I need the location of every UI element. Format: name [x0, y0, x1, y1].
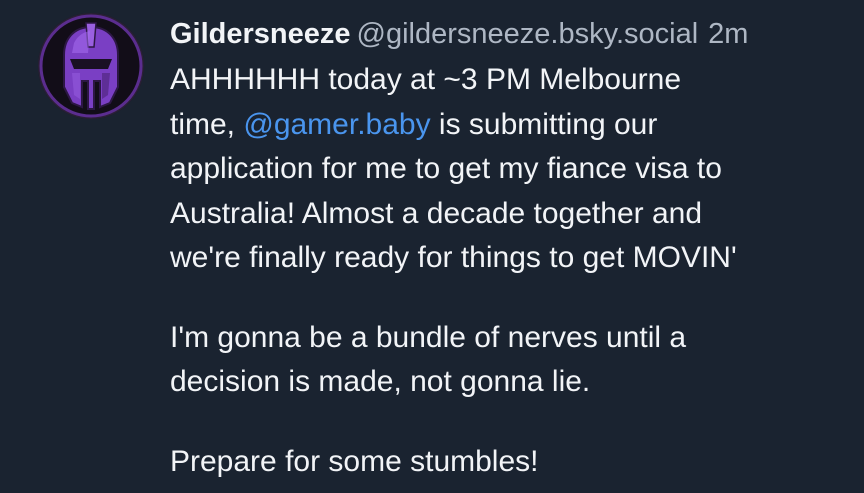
text-line: I'm gonna be a bundle of nerves until a — [170, 320, 687, 354]
text-line: AHHHHHH today at ~3 PM Melbourne — [170, 63, 682, 96]
post-paragraph: Prepare for some stumbles! — [170, 440, 850, 485]
text-line: Prepare for some stumbles! — [170, 444, 539, 478]
text-segment: time, — [170, 107, 244, 141]
post-text: AHHHHHH today at ~3 PM Melbourne time, @… — [170, 58, 850, 484]
text-line: we're finally ready for things to get MO… — [170, 241, 737, 274]
post-paragraph: I'm gonna be a bundle of nerves until a … — [170, 316, 850, 405]
purple-knight-helmet-icon — [39, 14, 143, 118]
post-paragraph: AHHHHHH today at ~3 PM Melbourne time, @… — [170, 58, 850, 281]
post-header: Gildersneeze @gildersneeze.bsky.social 2m — [170, 14, 840, 54]
post-timestamp[interactable]: 2m — [708, 18, 748, 50]
text-line: Australia! Almost a decade together and — [170, 196, 703, 230]
text-line: decision is made, not gonna lie. — [170, 365, 591, 398]
post[interactable]: Gildersneeze @gildersneeze.bsky.social 2m … — [0, 0, 864, 493]
text-segment: is submitting our — [430, 107, 658, 141]
mention-link[interactable]: @gamer.baby — [243, 108, 430, 141]
author-avatar[interactable] — [38, 13, 144, 119]
text-line: time, @gamer.baby is submitting our — [170, 103, 850, 148]
text-line: application for me to get my fiance visa… — [170, 152, 722, 185]
author-display-name[interactable]: Gildersneeze — [170, 18, 351, 50]
author-handle[interactable]: @gildersneeze.bsky.social — [357, 18, 699, 50]
